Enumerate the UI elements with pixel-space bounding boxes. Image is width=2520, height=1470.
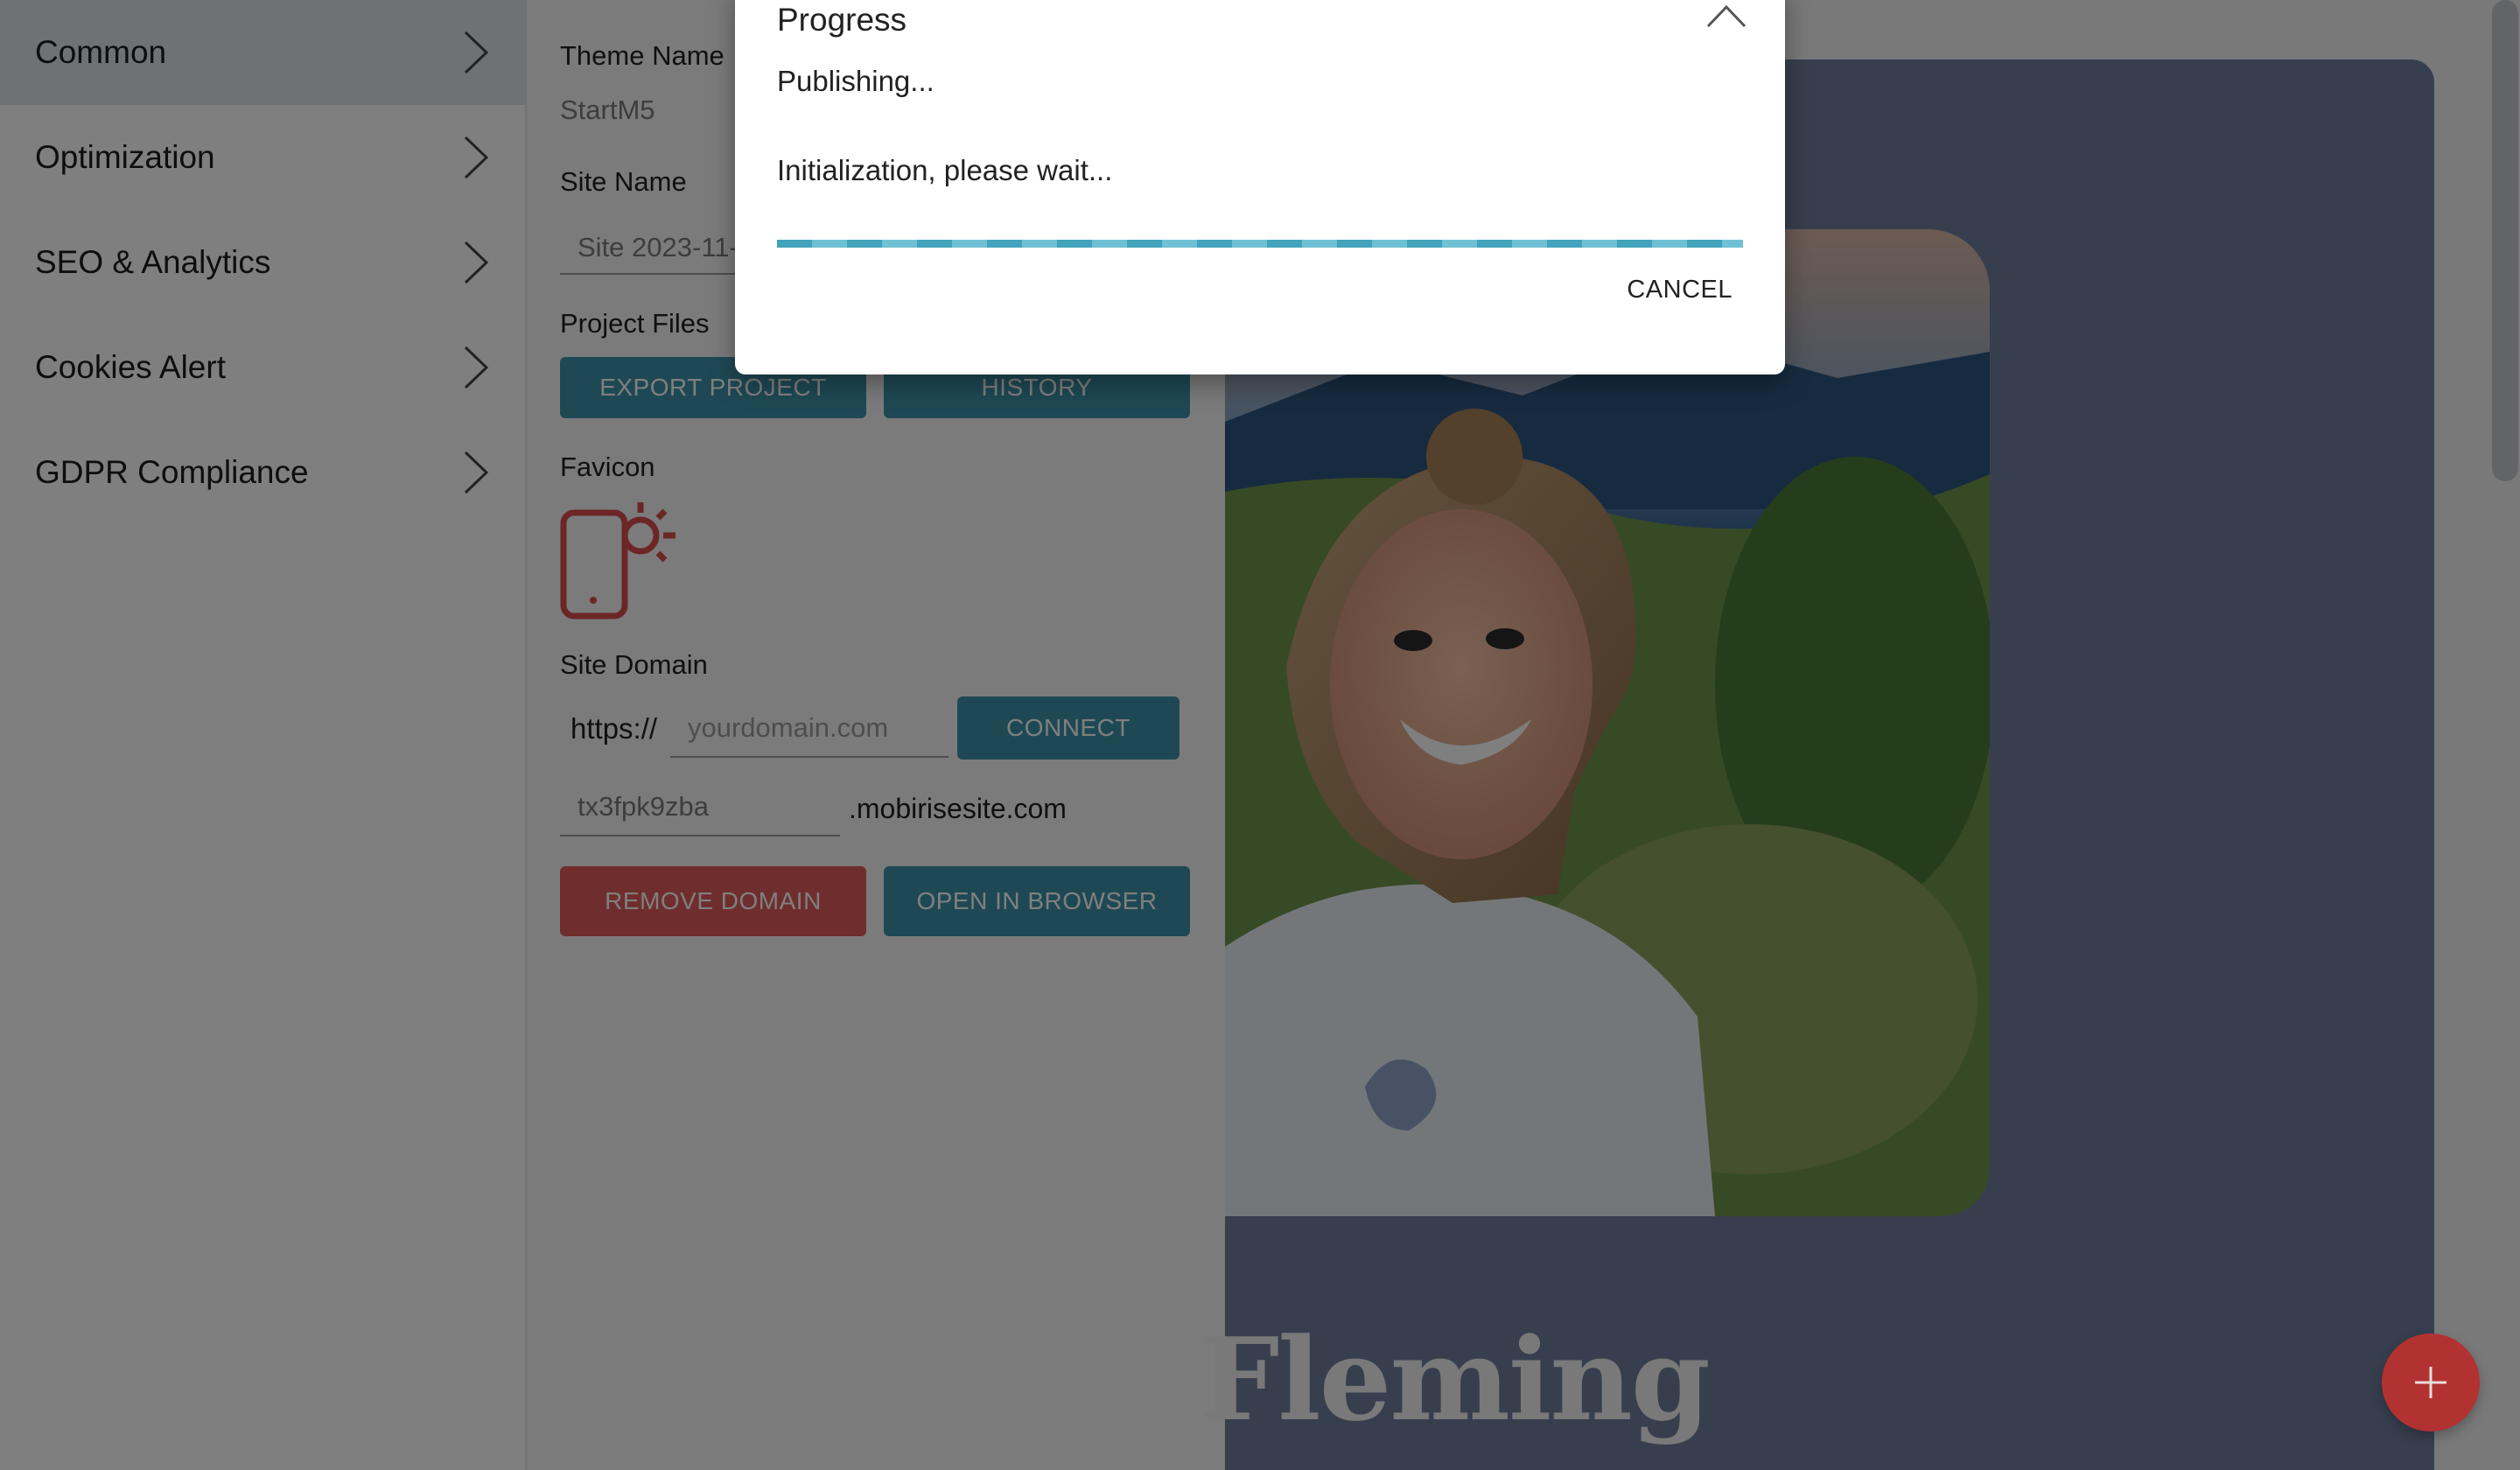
add-block-button[interactable] — [2382, 1334, 2480, 1432]
close-icon[interactable] — [1706, 0, 1746, 30]
progress-dialog: Progress Publishing... Initialization, p… — [735, 0, 1785, 374]
progress-bar — [777, 240, 1743, 248]
progress-bar-fill — [777, 240, 1743, 248]
plus-icon — [2415, 1367, 2446, 1398]
dialog-message: Initialization, please wait... — [777, 154, 1113, 186]
cancel-button[interactable]: CANCEL — [1621, 275, 1738, 305]
dialog-title: Progress — [777, 2, 907, 38]
dialog-status: Publishing... — [777, 65, 934, 97]
